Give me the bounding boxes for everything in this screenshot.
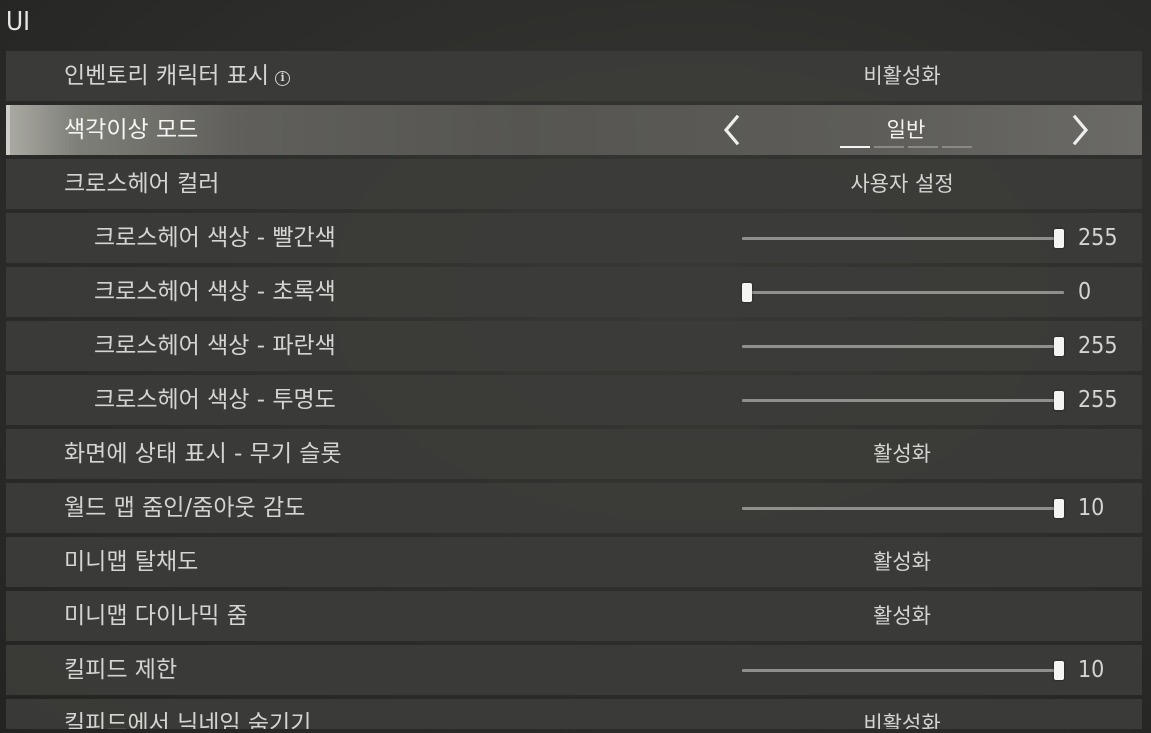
page-dot (942, 146, 972, 148)
setting-label: 킬피드 제한 (64, 657, 178, 683)
slider-value: 10 (1078, 657, 1105, 683)
slider-track (742, 237, 1064, 240)
slider-track (742, 669, 1064, 672)
setting-row-inventory-character[interactable]: 인벤토리 캐릭터 표시 i 비활성화 (6, 51, 1142, 101)
setting-label: 미니맵 다이나믹 줌 (64, 603, 248, 629)
page-dot (840, 146, 870, 148)
slider-value: 255 (1078, 225, 1118, 251)
slider-thumb[interactable] (1054, 229, 1064, 248)
setting-row-crosshair-color[interactable]: 크로스헤어 컬러 사용자 설정 (6, 159, 1142, 209)
setting-label: 킬피드에서 닉네임 숨기기 (64, 711, 312, 729)
crosshair-alpha-slider[interactable] (742, 375, 1064, 425)
setting-row-crosshair-red[interactable]: 크로스헤어 색상 - 빨간색 255 (6, 213, 1142, 263)
settings-list: 인벤토리 캐릭터 표시 i 비활성화 색각이상 모드 일반 크로스헤어 컬러 사용… (6, 51, 1142, 733)
setting-row-crosshair-alpha[interactable]: 크로스헤어 색상 - 투명도 255 (6, 375, 1142, 425)
setting-label: 화면에 상태 표시 - 무기 슬롯 (64, 441, 342, 467)
chevron-right-icon[interactable] (1068, 114, 1094, 146)
worldmap-zoom-slider[interactable] (742, 483, 1064, 533)
slider-thumb[interactable] (1054, 499, 1064, 518)
setting-label: 미니맵 탈채도 (64, 549, 199, 575)
setting-row-minimap-saturation[interactable]: 미니맵 탈채도 활성화 (6, 537, 1142, 587)
setting-row-crosshair-green[interactable]: 크로스헤어 색상 - 초록색 0 (6, 267, 1142, 317)
page-dot (908, 146, 938, 148)
slider-value: 255 (1078, 333, 1118, 359)
crosshair-blue-slider[interactable] (742, 321, 1064, 371)
setting-row-crosshair-blue[interactable]: 크로스헤어 색상 - 파란색 255 (6, 321, 1142, 371)
slider-value: 255 (1078, 387, 1118, 413)
crosshair-red-slider[interactable] (742, 213, 1064, 263)
crosshair-green-slider[interactable] (742, 267, 1064, 317)
setting-value: 활성화 (873, 604, 931, 628)
setting-row-colorblind-mode[interactable]: 색각이상 모드 일반 (6, 105, 1142, 155)
killfeed-limit-slider[interactable] (742, 645, 1064, 695)
page-dot (874, 146, 904, 148)
setting-value: 사용자 설정 (850, 172, 954, 196)
slider-value: 0 (1078, 279, 1092, 305)
setting-value: 활성화 (873, 442, 931, 466)
slider-track (742, 399, 1064, 402)
setting-row-minimap-dynamic-zoom[interactable]: 미니맵 다이나믹 줌 활성화 (6, 591, 1142, 641)
slider-track (742, 291, 1064, 294)
slider-track (742, 345, 1064, 348)
slider-track (742, 507, 1064, 510)
slider-value: 10 (1078, 495, 1105, 521)
setting-label: 색각이상 모드 (64, 117, 199, 143)
setting-row-worldmap-zoom-sensitivity[interactable]: 월드 맵 줌인/줌아웃 감도 10 (6, 483, 1142, 533)
slider-thumb[interactable] (1054, 661, 1064, 680)
setting-value: 비활성화 (863, 712, 941, 729)
setting-value: 비활성화 (863, 64, 941, 88)
option-page-indicator (840, 146, 974, 149)
setting-label: 크로스헤어 색상 - 투명도 (94, 387, 336, 413)
setting-label: 크로스헤어 색상 - 빨간색 (94, 225, 336, 251)
setting-row-killfeed-limit[interactable]: 킬피드 제한 10 (6, 645, 1142, 695)
slider-thumb[interactable] (742, 283, 752, 302)
setting-label: 크로스헤어 색상 - 파란색 (94, 333, 336, 359)
setting-row-weapon-slot-status[interactable]: 화면에 상태 표시 - 무기 슬롯 활성화 (6, 429, 1142, 479)
setting-label: 크로스헤어 색상 - 초록색 (94, 279, 336, 305)
info-icon[interactable]: i (275, 71, 291, 86)
setting-label: 크로스헤어 컬러 (64, 171, 220, 197)
slider-thumb[interactable] (1054, 337, 1064, 356)
setting-label: 월드 맵 줌인/줌아웃 감도 (64, 495, 306, 521)
section-title: UI (6, 7, 31, 37)
chevron-left-icon[interactable] (718, 114, 744, 146)
setting-row-killfeed-hide-nickname[interactable]: 킬피드에서 닉네임 숨기기 비활성화 (6, 699, 1142, 729)
setting-label: 인벤토리 캐릭터 표시 i (64, 51, 291, 101)
slider-thumb[interactable] (1054, 391, 1064, 410)
setting-value: 활성화 (873, 550, 931, 574)
